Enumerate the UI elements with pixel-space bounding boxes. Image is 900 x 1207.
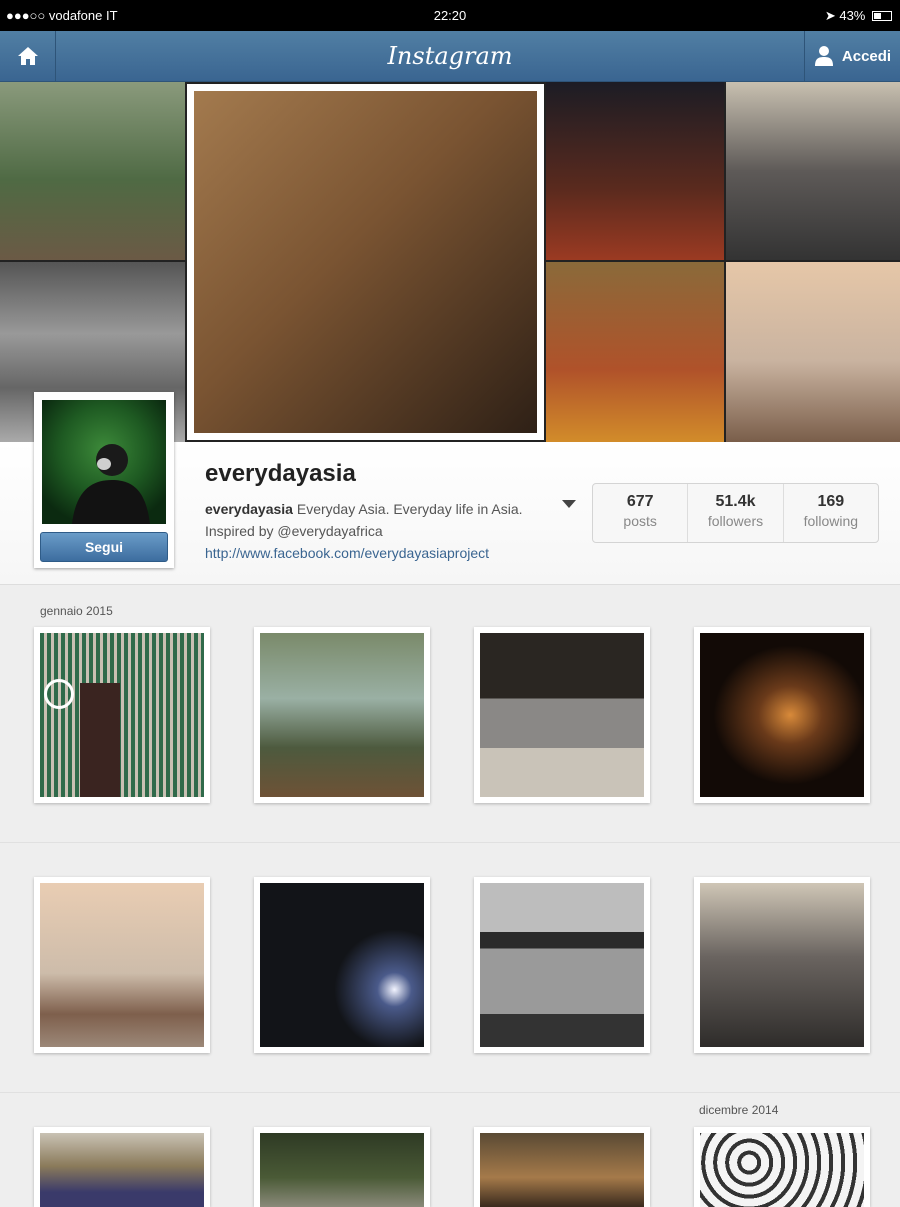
feed-photo-street-walkers (480, 633, 644, 797)
feed-photo[interactable] (34, 877, 210, 1053)
location-arrow-icon: ➤ (824, 8, 836, 23)
profile-website-link[interactable]: http://www.facebook.com/everydayasiaproj… (205, 545, 489, 561)
user-icon (814, 46, 833, 66)
month-label-december-2014: dicembre 2014 (699, 1103, 779, 1117)
clock: 22:20 (433, 8, 467, 23)
cover-photo-monks[interactable] (546, 262, 724, 442)
feed-photo-trees-building (260, 1133, 424, 1207)
avatar[interactable] (42, 400, 166, 524)
row-divider (0, 1092, 900, 1093)
feed-photo[interactable] (694, 1127, 870, 1207)
stat-posts[interactable]: 677 posts (593, 484, 689, 542)
feed-photo[interactable] (694, 877, 870, 1053)
profile-stats: 677 posts 51.4k followers 169 following (592, 483, 879, 543)
stat-posts-value: 677 (626, 493, 654, 510)
stat-followers-label: followers (707, 513, 764, 529)
cover-photo-crowd-street[interactable] (726, 82, 900, 260)
cover-photo-bicycles-featured[interactable] (187, 84, 544, 440)
row-divider (0, 842, 900, 843)
instagram-logo[interactable]: Instagram (0, 42, 900, 70)
avatar-card: Segui (34, 392, 174, 568)
feed-photo-bridge-bikes (40, 883, 204, 1047)
battery-indicator: ➤ 43% (825, 8, 892, 24)
avatar-silhouette (72, 444, 150, 524)
profile-bio: everydayasia Everyday Asia. Everyday lif… (205, 498, 550, 564)
feed-photo-bw-train (480, 883, 644, 1047)
stat-following-label: following (803, 513, 859, 529)
month-label-january-2015: gennaio 2015 (40, 604, 113, 618)
feed-photo[interactable] (34, 627, 210, 803)
feed-photo[interactable] (474, 1127, 650, 1207)
follow-button[interactable]: Segui (40, 532, 168, 562)
feed-photo[interactable] (474, 877, 650, 1053)
cover-photo-train-interior[interactable] (546, 82, 724, 260)
stat-followers[interactable]: 51.4k followers (688, 484, 784, 542)
stat-following-value: 169 (817, 493, 845, 510)
feed-photo-crowd-street (700, 883, 864, 1047)
bio-username: everydayasia (205, 501, 293, 517)
profile-username: everydayasia (205, 460, 356, 487)
feed-photo-bicycles (480, 1133, 644, 1207)
feed-photo-white-shapes (700, 1133, 864, 1207)
stat-followers-value: 51.4k (715, 493, 756, 510)
feed-photo[interactable] (34, 1127, 210, 1207)
feed-photo-mural-man (40, 633, 204, 797)
cover-photo-park[interactable] (0, 82, 185, 260)
chevron-down-icon[interactable] (562, 500, 576, 508)
cover-photo-bridge-cyclists[interactable] (726, 262, 900, 442)
stat-following[interactable]: 169 following (784, 484, 878, 542)
battery-icon (872, 11, 892, 21)
status-bar: ●●●○○ vodafone IT 22:20 ➤ 43% (0, 0, 900, 31)
feed-photo[interactable] (254, 1127, 430, 1207)
battery-label: 43% (839, 8, 866, 23)
feed-photo[interactable] (694, 627, 870, 803)
login-button[interactable]: Accedi (804, 31, 900, 81)
feed-photo-field-sleepers (40, 1133, 204, 1207)
login-label: Accedi (841, 47, 892, 65)
profile-cover-mosaic (0, 82, 900, 442)
feed-photo[interactable] (474, 627, 650, 803)
feed-photo-dark-gateway (700, 633, 864, 797)
top-navigation-bar: Instagram Accedi (0, 31, 900, 82)
stat-posts-label: posts (623, 513, 657, 529)
feed-photo[interactable] (254, 627, 430, 803)
feed-photo-night-trees (260, 883, 424, 1047)
feed-photo[interactable] (254, 877, 430, 1053)
feed-photo-park-lake (260, 633, 424, 797)
